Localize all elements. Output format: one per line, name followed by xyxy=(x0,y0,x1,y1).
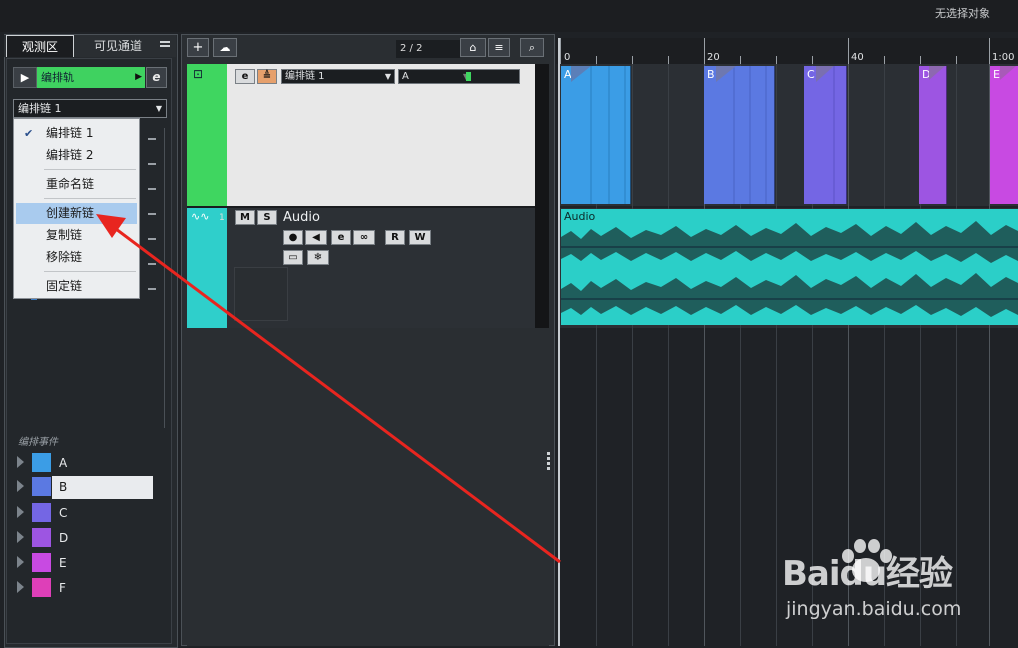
watermark-brand: Baidu经验 xyxy=(782,554,953,594)
watermark-url: jingyan.baidu.com xyxy=(786,598,962,620)
